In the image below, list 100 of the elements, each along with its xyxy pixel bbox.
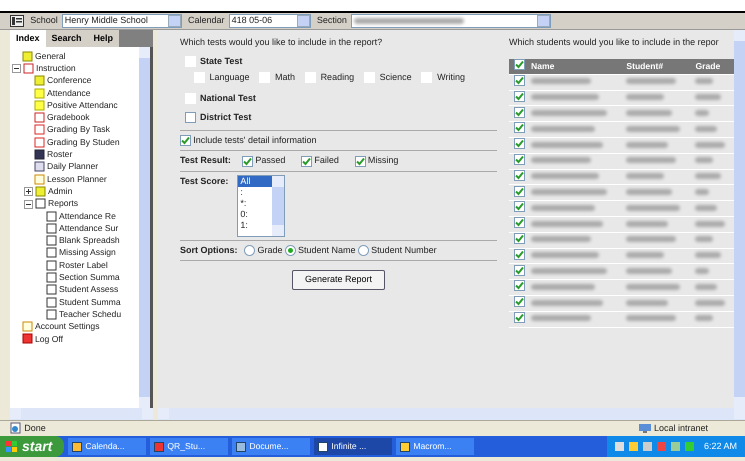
tree-item[interactable]: Attendance Re [59, 210, 116, 222]
checkbox[interactable] [514, 154, 524, 165]
radio-button[interactable] [244, 245, 256, 256]
list-option[interactable]: 1: [238, 220, 272, 231]
checkbox[interactable] [514, 312, 524, 323]
scrollbar[interactable] [10, 408, 153, 420]
tree-item[interactable]: Admin [48, 184, 72, 198]
checkbox[interactable] [242, 156, 254, 166]
checkbox[interactable] [514, 186, 524, 197]
blurred-text [531, 204, 595, 211]
radio-label: Student Number [371, 244, 437, 257]
start-button[interactable]: start [0, 436, 64, 457]
tree-item[interactable]: Roster Label [59, 258, 108, 272]
checkbox[interactable] [184, 112, 196, 123]
tree-item[interactable]: Section Summa [59, 271, 120, 284]
dropdown-field[interactable]: Henry Middle School [62, 14, 182, 28]
tree-item[interactable]: Missing Assign [59, 246, 116, 260]
radio-button[interactable] [358, 245, 369, 256]
list-option[interactable]: 0: [238, 208, 272, 220]
checkbox[interactable] [514, 296, 524, 308]
collapse-icon[interactable] [24, 197, 33, 210]
tray-icon[interactable] [643, 440, 652, 454]
taskbar-item[interactable]: QR_Stu... [150, 438, 228, 455]
scrollbar[interactable] [734, 30, 745, 408]
list-box[interactable]: All : *: 0: 1: [237, 174, 286, 237]
blurred-text [531, 220, 603, 227]
taskbar-item[interactable]: Calenda... [68, 438, 146, 455]
scrollbar[interactable] [158, 408, 745, 420]
tree-item[interactable]: Attendance Sur [59, 222, 118, 235]
tray-icon[interactable] [615, 440, 624, 454]
taskbar-item[interactable]: Macrom... [396, 438, 474, 455]
checkbox[interactable] [514, 264, 524, 276]
checkbox-label: Math [275, 70, 296, 84]
tree-item[interactable]: Teacher Schedu [59, 308, 122, 321]
folder-icon [34, 75, 45, 86]
tree-item[interactable]: Lesson Planner [47, 172, 107, 186]
tree-item[interactable]: Attendance [47, 86, 90, 100]
blurred-text [695, 126, 718, 132]
checkbox[interactable] [514, 122, 524, 134]
tree-item[interactable]: Account Settings [35, 320, 100, 334]
checkbox[interactable] [514, 106, 524, 118]
tree-item[interactable]: Instruction [36, 62, 76, 75]
field-label: Test Result: [180, 154, 231, 168]
tree-item[interactable]: Daily Planner [47, 160, 98, 174]
list-option[interactable]: : [238, 186, 272, 198]
tree-item[interactable]: General [35, 50, 66, 63]
tab[interactable]: Index [10, 30, 46, 47]
tree-item[interactable]: Student Summa [59, 296, 121, 309]
blurred-text [695, 94, 722, 100]
generate-report-button[interactable]: Generate Report [292, 270, 386, 290]
tray-icon[interactable] [629, 440, 638, 454]
list-option[interactable]: *: [238, 198, 272, 209]
blurred-text [626, 268, 672, 274]
status-text: Local intranet [654, 422, 708, 435]
checkbox[interactable] [354, 156, 366, 166]
taskbar-item[interactable]: Infinite ... [314, 438, 392, 455]
tree-item[interactable]: Blank Spreadsh [59, 234, 120, 248]
dropdown-field[interactable] [350, 14, 551, 28]
radio-button[interactable] [284, 245, 296, 256]
tree-item[interactable]: Conference [47, 74, 92, 88]
list-option[interactable]: All [238, 176, 272, 187]
tab[interactable]: Help [88, 30, 120, 47]
checkbox[interactable] [514, 201, 524, 212]
taskbar-item[interactable]: Docume... [232, 438, 310, 455]
tree-item[interactable]: Roster [47, 148, 72, 161]
checkbox[interactable] [514, 232, 524, 244]
tab[interactable]: Search [46, 30, 88, 47]
checkbox[interactable] [514, 59, 524, 70]
dropdown-field[interactable]: 418 05-06 [228, 14, 311, 28]
checkbox[interactable] [514, 74, 524, 86]
checkbox[interactable] [514, 217, 524, 228]
collapse-icon[interactable] [12, 62, 21, 75]
tray-icon[interactable] [671, 440, 680, 454]
tree-item[interactable]: Log Off [35, 332, 64, 346]
tree-item[interactable]: Reports [48, 197, 78, 210]
question-text: Which tests would you like to include in the report? [180, 36, 384, 49]
checkbox[interactable] [514, 170, 524, 181]
checkbox[interactable] [301, 156, 312, 166]
tree-item[interactable]: Gradebook [47, 111, 90, 124]
tree-item[interactable]: Grading By Task [47, 123, 110, 136]
tree-item[interactable]: Student Assess [59, 283, 118, 296]
power-icon [22, 333, 33, 344]
checkbox[interactable] [180, 135, 191, 146]
expand-icon[interactable] [24, 184, 33, 198]
checkbox[interactable] [514, 138, 524, 150]
document-icon [46, 260, 57, 271]
checkbox[interactable] [514, 90, 524, 102]
blurred-text [531, 300, 603, 306]
app-icon [34, 112, 45, 124]
scrollbar[interactable] [139, 47, 150, 408]
menu-icon[interactable] [10, 14, 24, 28]
checkbox[interactable] [514, 280, 524, 292]
blurred-text [626, 173, 664, 180]
app-icon [34, 149, 45, 160]
tree-item[interactable]: Positive Attendanc [47, 98, 118, 112]
checkbox-label: Reading [320, 70, 354, 84]
checkbox-label: National Test [200, 92, 256, 104]
checkbox-label: District Test [200, 110, 252, 124]
tree-item[interactable]: Grading By Studen [47, 136, 120, 149]
checkbox[interactable] [514, 248, 524, 260]
